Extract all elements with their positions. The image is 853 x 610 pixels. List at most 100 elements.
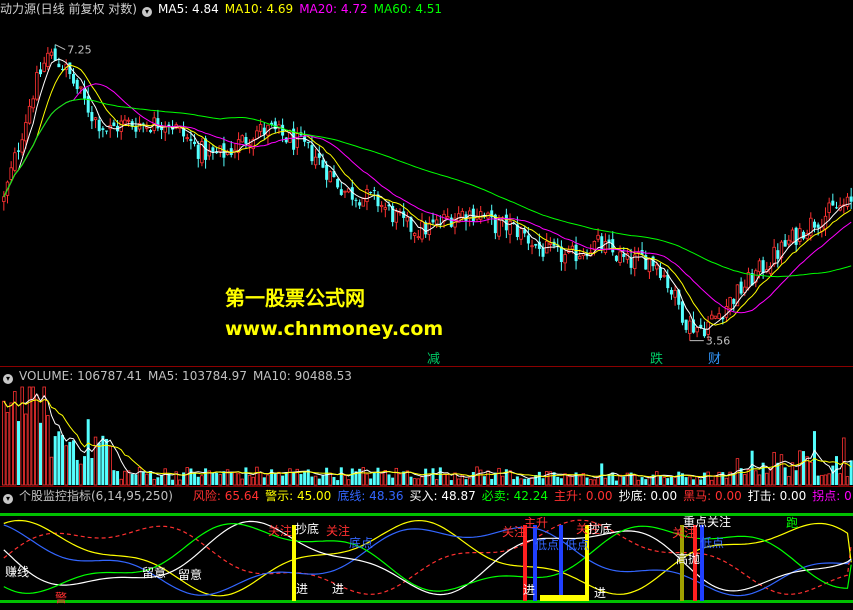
candle-body <box>629 257 633 268</box>
candle-body <box>372 190 376 192</box>
volume-bar <box>523 478 527 485</box>
event-label-0: 减 <box>427 352 440 366</box>
volume-bar <box>53 436 57 485</box>
volume-bar <box>215 472 219 485</box>
candle-body <box>90 112 94 122</box>
candle-body <box>105 130 109 132</box>
signal-label-8: 进 <box>332 582 344 596</box>
indicator-label-5: 主升: 0.00 <box>553 489 613 503</box>
candle-body <box>20 139 24 153</box>
volume-bar <box>130 474 134 485</box>
volume-bar <box>339 467 343 485</box>
signal-label-17: 进 <box>594 586 606 600</box>
candle-body <box>405 216 410 222</box>
indicator-label-9: 拐点: 0 <box>812 489 852 503</box>
candle-body <box>336 178 340 188</box>
volume-bar <box>218 474 222 486</box>
volume-bar <box>97 442 101 485</box>
candle-body <box>134 126 138 132</box>
volume-bar <box>39 422 43 485</box>
volume-bar <box>394 467 399 486</box>
ma-line-ma5 <box>3 58 852 330</box>
candle-body <box>717 313 721 319</box>
candle-body <box>75 79 79 90</box>
candle-body <box>519 228 523 240</box>
candle-body <box>313 156 318 166</box>
volume-bar <box>358 468 362 485</box>
candle-body <box>680 301 684 323</box>
volume-bar <box>108 445 112 486</box>
candle-body <box>662 275 666 277</box>
candlestick-chart: 7.25 3.56 减 跌 财 <box>2 44 853 366</box>
volume-bar <box>258 471 263 486</box>
volume-bar <box>827 473 831 486</box>
volume-bar <box>434 479 439 486</box>
candle-body <box>710 314 714 320</box>
candle-body <box>412 232 417 236</box>
volume-bar <box>211 472 215 485</box>
volume-bar <box>567 476 571 486</box>
volume-bar <box>658 475 662 485</box>
event-label-2: 财 <box>708 352 721 366</box>
volume-bar <box>820 474 824 486</box>
signal-label-1: 警 <box>55 590 67 605</box>
volume-bar <box>266 474 270 486</box>
volume-bar <box>508 470 512 486</box>
volume-bar <box>636 479 641 486</box>
settings-icon[interactable]: ▾ <box>142 7 152 17</box>
volume-bar <box>240 478 244 486</box>
volume-bar <box>787 475 791 486</box>
indicator-label-3: 买入: 48.87 <box>409 489 476 503</box>
candle-body <box>460 210 465 219</box>
volume-bar <box>849 460 853 485</box>
volume-bar <box>754 470 758 486</box>
indicator-line-4 <box>3 523 852 594</box>
volume-bar <box>325 467 329 485</box>
candle-body <box>244 137 248 144</box>
volume-bar <box>497 467 501 486</box>
volume-bar <box>416 478 421 486</box>
volume-bar <box>387 474 391 485</box>
volume-bar <box>710 479 714 486</box>
candle-body <box>669 289 673 295</box>
price-title[interactable]: 动力源(日线 前复权 对数) <box>0 2 137 16</box>
indicator-title[interactable]: 个股监控指标(6,14,95,250) <box>19 489 173 503</box>
candle-body <box>112 122 116 127</box>
volume-bar <box>20 386 24 486</box>
candle-body <box>739 281 743 294</box>
candle-body <box>193 141 197 145</box>
volume-bar <box>13 391 17 486</box>
candle-body <box>306 142 310 144</box>
candle-body <box>541 247 545 257</box>
candle-body <box>57 63 61 68</box>
volume-bar <box>178 479 182 486</box>
settings-icon[interactable]: ▾ <box>3 374 13 384</box>
volume-bar <box>467 477 472 486</box>
settings-icon[interactable]: ▾ <box>3 494 13 504</box>
volume-bar <box>570 475 575 486</box>
signal-label-5: 抄底 <box>295 521 319 536</box>
volume-bar <box>101 435 105 485</box>
candle-body <box>24 122 28 142</box>
volume-bar <box>662 477 666 486</box>
volume-ma-10 <box>3 398 852 478</box>
candle-body <box>31 98 35 109</box>
volume-bar <box>412 478 417 486</box>
signal-label-20: 低点 <box>700 536 724 550</box>
signal-label-14: 低点 <box>565 538 589 552</box>
volume-bar <box>431 468 435 485</box>
candle-body <box>9 167 13 180</box>
volume-bar <box>24 413 28 486</box>
ma-label-3: MA60: 4.51 <box>373 2 443 16</box>
volume-bar <box>255 466 259 486</box>
candle-body <box>431 219 435 223</box>
candle-body <box>548 242 553 245</box>
signal-label-10: 主升 <box>524 516 548 530</box>
candle-body <box>2 196 6 202</box>
volume-bar <box>292 471 296 485</box>
signal-bar-4 <box>585 525 589 601</box>
volume-bar <box>79 463 83 486</box>
price-panel: 7.25 3.56 减 跌 财 动力源(日线 前复权 对数) ▾ MA5: 4.84 MA10… <box>0 0 853 366</box>
candle-body <box>420 221 424 240</box>
candle-body <box>365 189 369 202</box>
